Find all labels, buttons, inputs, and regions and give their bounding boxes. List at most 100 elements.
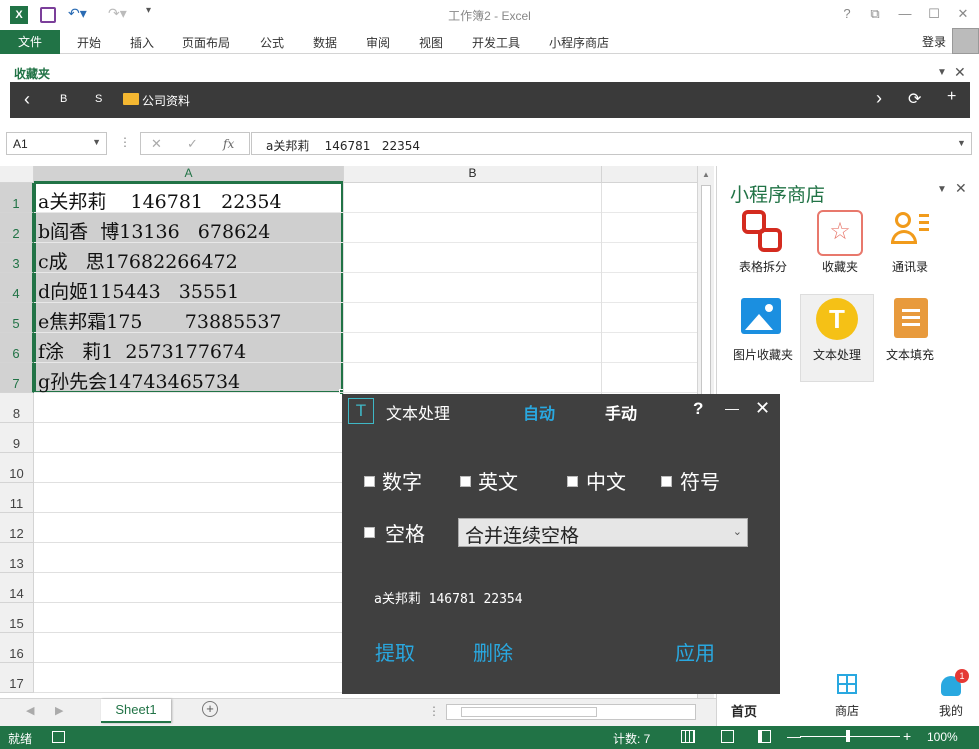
tab-view[interactable]: 视图 [419, 34, 443, 51]
checkbox-chinese[interactable] [567, 476, 578, 487]
page-layout-view-icon[interactable] [721, 730, 734, 743]
text-fill-icon[interactable] [894, 298, 928, 338]
maximize-button[interactable]: ☐ [925, 6, 943, 22]
extract-button[interactable]: 提取 [375, 637, 415, 666]
zoom-level[interactable]: 100% [927, 730, 958, 744]
row-header[interactable]: 15 [0, 603, 34, 633]
formula-input[interactable]: a关邦莉 146781 22354 [251, 132, 972, 155]
row-header[interactable]: 9 [0, 423, 34, 453]
hscroll-thumb[interactable] [461, 707, 597, 717]
delete-button[interactable]: 删除 [473, 637, 513, 666]
page-break-view-icon[interactable] [758, 730, 771, 743]
scroll-up-icon[interactable]: ▲ [698, 170, 714, 179]
checkbox-symbols[interactable] [661, 476, 672, 487]
row-header[interactable]: 11 [0, 483, 34, 513]
forward-icon[interactable]: › [876, 88, 882, 109]
dialog-close-button[interactable]: ✕ [755, 398, 770, 419]
row-header[interactable]: 10 [0, 453, 34, 483]
app-label-image-favorites[interactable]: 图片收藏夹 [723, 346, 803, 363]
sheet-next-icon[interactable]: ▶ [55, 704, 63, 717]
dialog-minimize-button[interactable]: — [725, 400, 739, 416]
zoom-slider-track[interactable] [800, 736, 900, 737]
ribbon-display-button[interactable]: ⧉ [866, 6, 884, 22]
tab-file[interactable]: 文件 [0, 30, 60, 54]
apply-button[interactable]: 应用 [675, 637, 715, 666]
nav-store[interactable]: 商店 [835, 702, 859, 719]
checkbox-numbers[interactable] [364, 476, 375, 487]
cell-a1[interactable]: a关邦莉 146781 22354 [38, 187, 282, 214]
help-button[interactable]: ? [838, 6, 856, 21]
option-english[interactable]: 英文 [478, 466, 518, 495]
contacts-icon[interactable] [889, 210, 935, 256]
favorites-app-icon[interactable]: ☆ [817, 210, 863, 256]
tab-mini-store[interactable]: 小程序商店 [549, 34, 609, 51]
close-button[interactable]: ✕ [954, 6, 972, 22]
avatar[interactable] [952, 28, 979, 54]
cell-a4[interactable]: d向姬115443 35551 [38, 277, 239, 304]
tab-developer[interactable]: 开发工具 [472, 34, 520, 51]
insert-function-icon[interactable]: fx [223, 137, 234, 151]
mode-auto-tab[interactable]: 自动 [523, 400, 555, 424]
sheet-splitter[interactable]: ⋮ [428, 704, 440, 718]
bold-b-button[interactable]: B [60, 93, 67, 105]
select-all-corner[interactable] [0, 166, 34, 183]
row-header[interactable]: 1 [0, 183, 34, 213]
tab-page-layout[interactable]: 页面布局 [182, 34, 230, 51]
dialog-help-button[interactable]: ? [693, 399, 703, 419]
tab-insert[interactable]: 插入 [130, 34, 154, 51]
row-header[interactable]: 7 [0, 363, 34, 393]
refresh-icon[interactable]: ⟳ [908, 89, 921, 109]
add-sheet-icon[interactable]: + [202, 701, 218, 717]
app-label-split[interactable]: 表格拆分 [723, 258, 803, 275]
formula-expand-icon[interactable]: ▼ [957, 138, 966, 148]
mode-manual-tab[interactable]: 手动 [605, 400, 637, 424]
formula-bar-splitter[interactable]: ⋮ [119, 135, 131, 149]
row-header[interactable]: 17 [0, 663, 34, 693]
folder-link[interactable]: 公司资料 [142, 92, 190, 109]
text-process-icon[interactable]: T [816, 298, 858, 340]
cell-a6[interactable]: f涂 莉1 2573177674 [38, 337, 246, 364]
back-icon[interactable]: ‹ [24, 89, 30, 110]
row-header[interactable]: 8 [0, 393, 34, 423]
column-header-c[interactable] [601, 166, 697, 183]
cell-a5[interactable]: e焦邦霜175 73885537 [38, 307, 282, 334]
row-header[interactable]: 2 [0, 213, 34, 243]
cancel-icon[interactable]: ✕ [151, 136, 162, 152]
favorites-collapse-icon[interactable]: ▼ [937, 67, 947, 78]
macro-record-icon[interactable] [52, 731, 65, 743]
app-label-text-process[interactable]: 文本处理 [797, 346, 877, 363]
zoom-in-icon[interactable]: + [903, 728, 911, 744]
sheet-tab-sheet1[interactable]: Sheet1 [101, 699, 171, 723]
nav-home[interactable]: 首页 [731, 701, 757, 720]
row-header[interactable]: 3 [0, 243, 34, 273]
tab-home[interactable]: 开始 [77, 34, 101, 51]
minimize-button[interactable]: — [896, 6, 914, 21]
cell-a7[interactable]: g孙先会14743465734 [38, 367, 240, 394]
row-header[interactable]: 6 [0, 333, 34, 363]
name-box[interactable]: A1 ▼ [6, 132, 107, 155]
login-link[interactable]: 登录 [922, 33, 946, 50]
cell-a2[interactable]: b阎香 博13136 678624 [38, 217, 270, 244]
option-spaces[interactable]: 空格 [385, 518, 425, 547]
sheet-prev-icon[interactable]: ◀ [26, 704, 34, 717]
enter-icon[interactable]: ✓ [187, 136, 198, 152]
app-label-contacts[interactable]: 通讯录 [870, 258, 950, 275]
s-button[interactable]: S [95, 93, 102, 105]
row-header[interactable]: 4 [0, 273, 34, 303]
row-header[interactable]: 14 [0, 573, 34, 603]
normal-view-icon[interactable] [681, 730, 695, 743]
option-chinese[interactable]: 中文 [586, 466, 626, 495]
tab-data[interactable]: 数据 [313, 34, 337, 51]
store-grid-icon[interactable] [837, 674, 857, 694]
favorites-close-icon[interactable]: ✕ [954, 64, 966, 81]
image-favorites-icon[interactable] [741, 298, 781, 334]
zoom-out-icon[interactable]: — [787, 728, 801, 744]
tab-formulas[interactable]: 公式 [260, 34, 284, 51]
tab-review[interactable]: 审阅 [366, 34, 390, 51]
checkbox-english[interactable] [460, 476, 471, 487]
app-label-favorites[interactable]: 收藏夹 [800, 258, 880, 275]
checkbox-spaces[interactable] [364, 527, 375, 538]
horizontal-scrollbar[interactable] [446, 704, 696, 720]
zoom-slider-thumb[interactable] [846, 730, 850, 742]
column-header-a[interactable]: A [34, 166, 343, 183]
